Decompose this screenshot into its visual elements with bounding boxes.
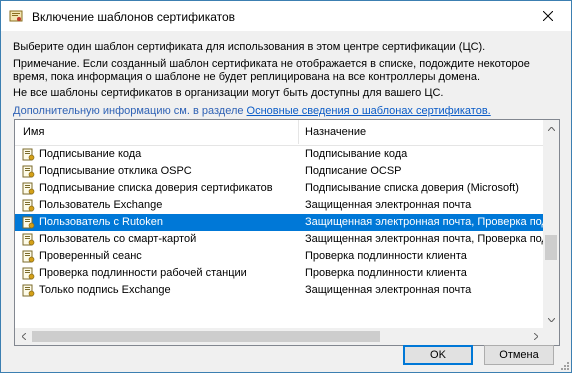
template-row[interactable]: Подписывание отклика OSPC Подписание OCSP [15, 163, 544, 180]
template-name: Пользователь с Rutoken [39, 216, 163, 228]
template-row[interactable]: Проверенный сеанс Проверка подлинности кл… [15, 248, 544, 265]
certificate-template-icon [22, 284, 35, 297]
chevron-left-icon [21, 333, 26, 340]
template-row[interactable]: Подписывание кода Подписывание кода [15, 146, 544, 163]
close-button[interactable] [525, 1, 571, 31]
chevron-down-icon [547, 317, 555, 322]
certificate-template-icon [22, 199, 35, 212]
template-row[interactable]: Пользователь со смарт-картой Защищенная э… [15, 231, 545, 248]
template-name: Подписывание списка доверия сертификатов [39, 182, 273, 194]
certificate-template-icon [22, 148, 35, 161]
template-purpose: Защищенная электронная почта, Проверка п… [305, 233, 545, 245]
certificate-template-icon [22, 182, 35, 195]
scroll-right-button[interactable] [527, 328, 544, 345]
template-name: Проверка подлинности рабочей станции [39, 267, 247, 279]
instruction-text: Выберите один шаблон сертификата для исп… [13, 41, 486, 53]
note-line-1: Примечание. Если созданный шаблон сертиф… [13, 58, 530, 70]
more-info-prefix: Дополнительную информацию см. в разделе [13, 105, 247, 117]
template-name: Проверенный сеанс [39, 250, 142, 262]
vertical-scrollbar[interactable] [543, 120, 559, 328]
close-icon [543, 11, 553, 21]
template-purpose: Проверка подлинности клиента [305, 250, 467, 262]
template-row[interactable]: Проверка подлинности рабочей станции Пров… [15, 265, 544, 282]
list-header: Имя Назначение [15, 120, 544, 146]
template-purpose: Защищенная электронная почта [305, 199, 472, 211]
certificate-template-icon [22, 250, 35, 263]
template-row[interactable]: Только подпись Exchange Защищенная электр… [15, 282, 544, 299]
enable-certificate-templates-dialog: Включение шаблонов сертификатов Выберите… [0, 0, 572, 373]
template-name: Пользователь со смарт-картой [39, 233, 197, 245]
template-purpose: Защищенная электронная почта [305, 284, 472, 296]
column-divider[interactable] [298, 120, 299, 144]
certificate-template-icon [22, 267, 35, 280]
chevron-right-icon [533, 333, 538, 340]
chevron-up-icon [547, 126, 555, 131]
horizontal-scrollbar[interactable] [15, 328, 544, 345]
certificate-authority-icon [9, 9, 23, 23]
dialog-content: Выберите один шаблон сертификата для исп… [1, 31, 571, 372]
template-purpose: Проверка подлинности клиента [305, 267, 467, 279]
window-title: Включение шаблонов сертификатов [32, 10, 236, 24]
template-name: Подписывание отклика OSPC [39, 165, 192, 177]
title-bar: Включение шаблонов сертификатов [1, 1, 571, 31]
template-name: Пользователь Exchange [39, 199, 163, 211]
resize-grip-icon[interactable] [559, 360, 569, 370]
templates-help-link[interactable]: Основные сведения о шаблонах сертификато… [247, 105, 491, 117]
template-purpose: Подписывание списка доверия (Microsoft) [305, 182, 519, 194]
template-name: Подписывание кода [39, 148, 142, 160]
template-purpose: Подписывание кода [305, 148, 408, 160]
certificate-template-icon [22, 216, 35, 229]
scroll-up-button[interactable] [543, 120, 559, 137]
availability-note: Не все шаблоны сертификатов в организаци… [13, 87, 444, 99]
scroll-down-button[interactable] [543, 311, 559, 328]
certificate-template-icon [22, 233, 35, 246]
template-purpose: Подписание OCSP [305, 165, 402, 177]
more-info-line: Дополнительную информацию см. в разделе … [13, 105, 491, 118]
templates-list[interactable]: Имя Назначение Подписывание кода Подписыв… [14, 119, 560, 346]
scrollbar-corner [543, 328, 559, 345]
template-row[interactable]: Подписывание списка доверия сертификатов… [15, 180, 544, 197]
cancel-button[interactable]: Отмена [484, 345, 554, 365]
template-purpose: Защищенная электронная почта, Проверка п… [305, 216, 545, 228]
column-header-name[interactable]: Имя [23, 126, 44, 138]
note-line-2: время, пока информация о шаблоне не буде… [13, 71, 481, 83]
ok-button[interactable]: OK [403, 345, 473, 365]
scroll-left-button[interactable] [15, 328, 32, 345]
vertical-scroll-thumb[interactable] [545, 235, 557, 260]
template-row[interactable]: Пользователь с Rutoken Защищенная электро… [15, 214, 545, 231]
template-row[interactable]: Пользователь Exchange Защищенная электрон… [15, 197, 544, 214]
horizontal-scroll-thumb[interactable] [32, 331, 380, 342]
column-header-purpose[interactable]: Назначение [305, 126, 366, 138]
template-name: Только подпись Exchange [39, 284, 171, 296]
certificate-template-icon [22, 165, 35, 178]
